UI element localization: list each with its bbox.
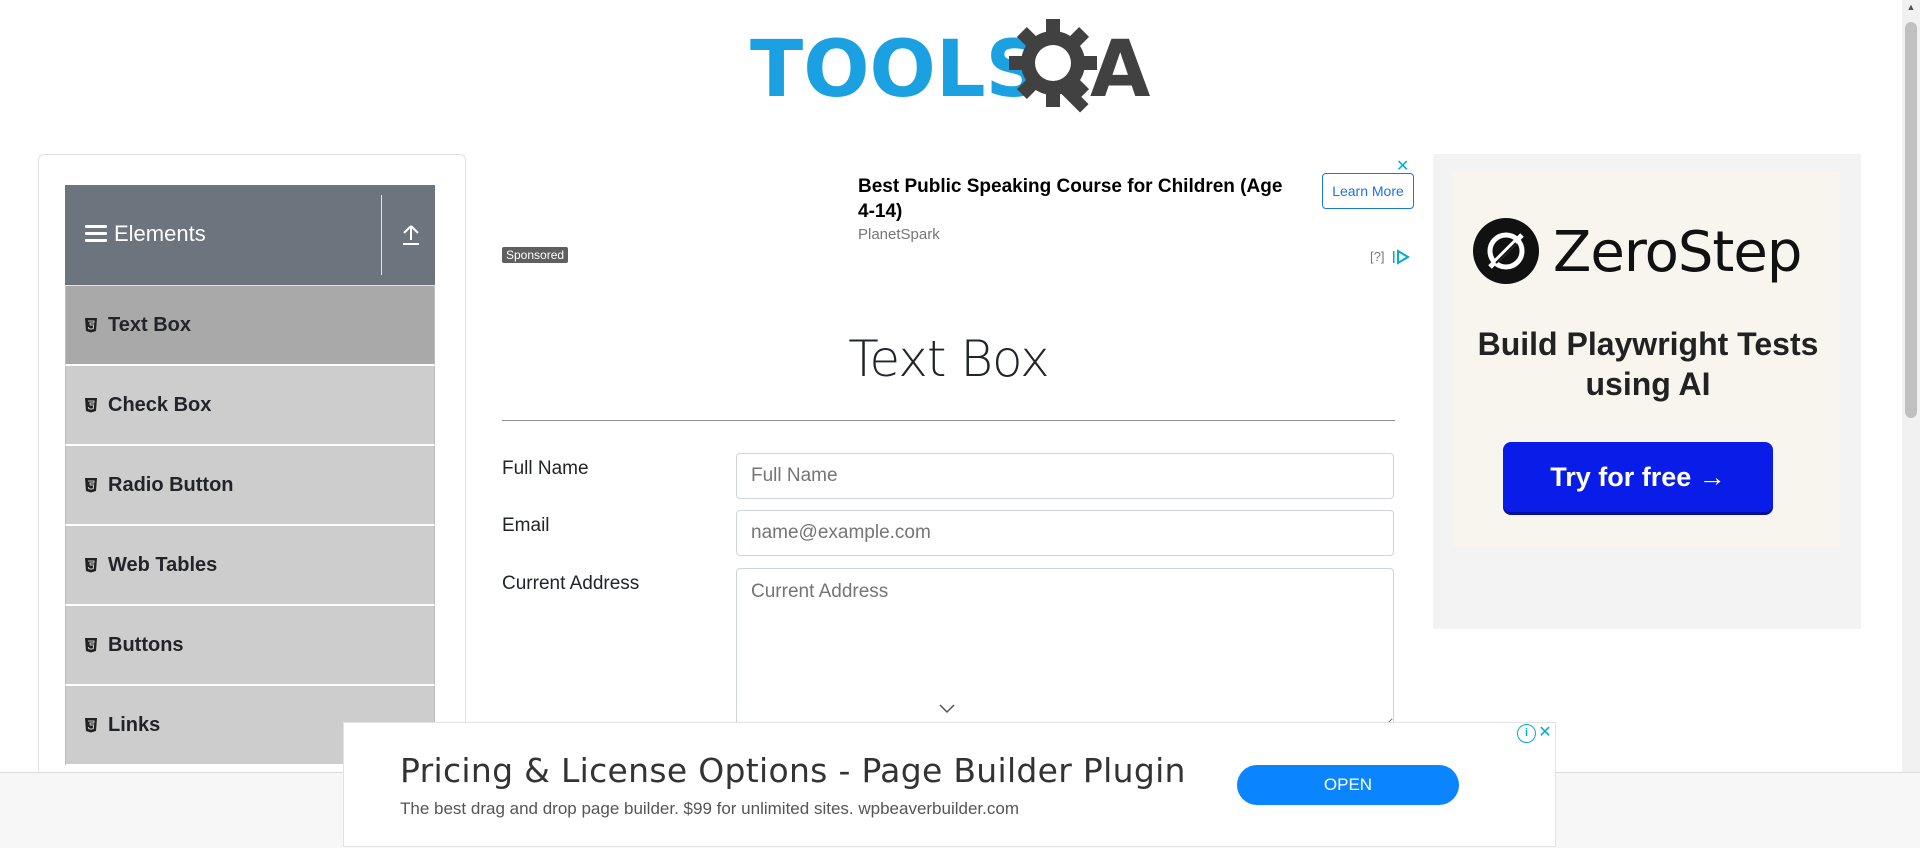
bottom-ad-banner[interactable]: i ✕ Pricing & License Options - Page Bui…: [343, 722, 1556, 847]
html5-icon: [85, 478, 97, 493]
toolsqa-logo[interactable]: TOOLS A: [748, 16, 1158, 116]
scroll-up-icon[interactable]: ▲: [1906, 2, 1916, 12]
sidebar-item-label: Links: [108, 714, 161, 736]
group-title: Elements: [114, 221, 206, 246]
title-divider: [502, 420, 1395, 421]
scroll-thumb[interactable]: [1905, 22, 1917, 418]
email-input[interactable]: [736, 510, 1394, 556]
sidebar-item-label: Buttons: [108, 634, 184, 656]
bottom-ad-headline[interactable]: Pricing & License Options - Page Builder…: [400, 751, 1186, 790]
page-title: Text Box: [848, 330, 1049, 388]
html5-icon: [85, 718, 97, 733]
sidebar-item-radio-button[interactable]: Radio Button: [65, 446, 435, 526]
logo-text-a: A: [1090, 25, 1150, 115]
current-address-textarea[interactable]: [736, 568, 1394, 728]
current-address-label: Current Address: [502, 573, 640, 594]
chevron-down-icon[interactable]: [939, 704, 955, 714]
html5-icon: [85, 318, 97, 333]
try-for-free-button[interactable]: Try for free →: [1503, 442, 1773, 512]
sidebar-item-label: Web Tables: [108, 554, 218, 576]
html5-icon: [85, 638, 97, 653]
top-ad-banner[interactable]: ✕ Best Public Speaking Course for Childr…: [502, 154, 1414, 269]
sidebar-item-label: Radio Button: [108, 474, 234, 496]
sidebar-item-label: Text Box: [108, 314, 191, 336]
elements-group-header[interactable]: Elements: [65, 185, 435, 286]
sidebar-item-check-box[interactable]: Check Box: [65, 366, 435, 446]
sidebar-item-label: Check Box: [108, 394, 212, 416]
full-name-label: Full Name: [502, 458, 589, 479]
html5-icon: [85, 558, 97, 573]
adchoices-icon[interactable]: [1390, 249, 1412, 265]
sponsored-badge: Sponsored: [502, 247, 569, 263]
html5-icon: [85, 398, 97, 413]
zerostep-brand: ZeroStep: [1553, 220, 1802, 285]
bottom-ad-description: The best drag and drop page builder. $99…: [400, 799, 1019, 818]
page-scrollbar[interactable]: ▲: [1902, 0, 1920, 772]
zerostep-ad[interactable]: ZeroStep Build Playwright Tests using AI…: [1433, 154, 1861, 629]
logo-text-tools: TOOLS: [750, 25, 1042, 115]
header-divider: [381, 195, 382, 275]
open-button[interactable]: OPEN: [1237, 765, 1459, 805]
learn-more-button[interactable]: Learn More: [1322, 173, 1414, 209]
sidebar-item-text-box[interactable]: Text Box: [65, 286, 435, 366]
info-icon[interactable]: i: [1517, 724, 1536, 743]
ad-source: PlanetSpark: [858, 226, 940, 243]
hamburger-icon: [85, 225, 107, 243]
full-name-input[interactable]: [736, 453, 1394, 499]
close-icon[interactable]: ✕: [1537, 724, 1553, 742]
sidebar-item-buttons[interactable]: Buttons: [65, 606, 435, 686]
upload-icon[interactable]: [400, 223, 422, 247]
ad-choices-link[interactable]: [?]: [1370, 249, 1384, 264]
email-label: Email: [502, 515, 550, 536]
zerostep-tagline: Build Playwright Tests using AI: [1477, 326, 1819, 402]
elements-menu-list: Text Box Check Box Radio Button Web Tabl…: [65, 286, 435, 766]
zerostep-logo-icon: [1473, 218, 1539, 284]
sidebar-item-web-tables[interactable]: Web Tables: [65, 526, 435, 606]
ad-headline[interactable]: Best Public Speaking Course for Children…: [858, 174, 1298, 224]
